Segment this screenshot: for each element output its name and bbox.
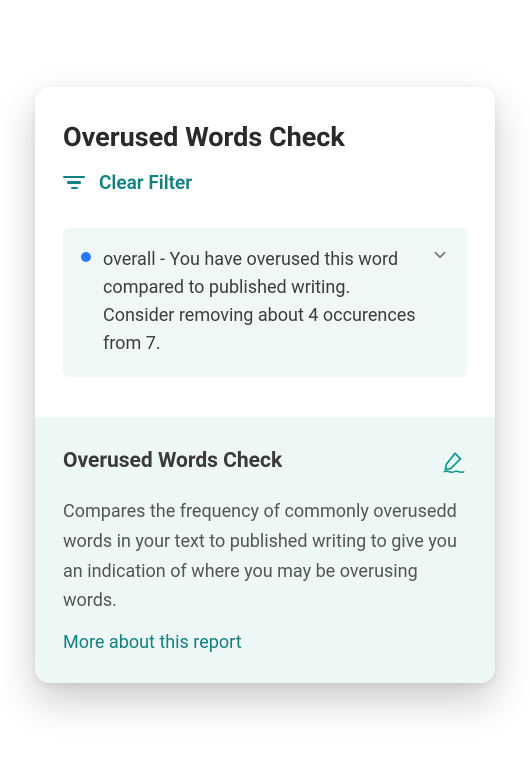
clear-filter-label[interactable]: Clear Filter bbox=[99, 171, 192, 194]
suggestion-item[interactable]: overall - You have overused this word co… bbox=[63, 228, 467, 378]
filter-icon bbox=[63, 176, 85, 190]
page-title: Overused Words Check bbox=[63, 121, 467, 153]
info-panel: Overused Words Check Compares the freque… bbox=[35, 417, 495, 683]
info-header: Overused Words Check bbox=[63, 449, 467, 479]
card-inner: Overused Words Check Clear Filter overal… bbox=[35, 87, 495, 378]
chevron-down-icon[interactable] bbox=[431, 246, 449, 268]
info-title: Overused Words Check bbox=[63, 449, 282, 473]
pencil-icon bbox=[441, 449, 467, 479]
status-dot-icon bbox=[81, 252, 91, 262]
suggestion-text: overall - You have overused this word co… bbox=[103, 246, 449, 358]
more-about-link[interactable]: More about this report bbox=[63, 632, 242, 653]
clear-filter-row[interactable]: Clear Filter bbox=[63, 171, 467, 194]
info-body: Compares the frequency of commonly overu… bbox=[63, 497, 467, 616]
panel-card: Overused Words Check Clear Filter overal… bbox=[35, 87, 495, 683]
